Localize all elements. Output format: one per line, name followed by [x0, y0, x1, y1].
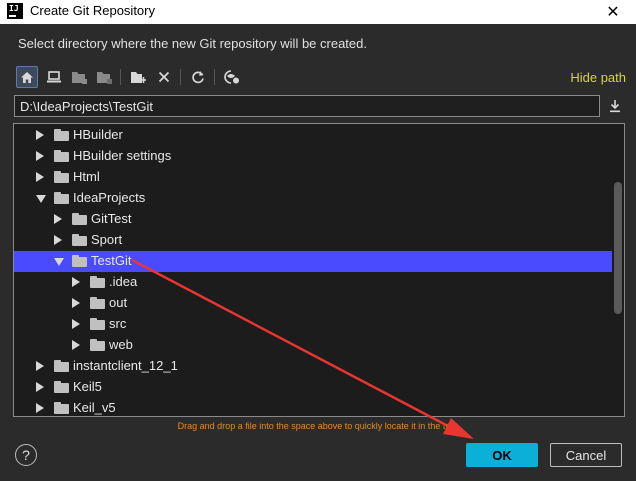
path-input[interactable]	[14, 95, 600, 117]
show-hidden-icon[interactable]	[221, 66, 243, 88]
folder-icon	[90, 318, 105, 330]
folder-icon	[72, 234, 87, 246]
folder-icon	[54, 150, 69, 162]
tree-row[interactable]: GitTest	[14, 209, 612, 230]
tree-row-label: Html	[73, 169, 100, 184]
folder-icon	[90, 276, 105, 288]
tree-scrollbar[interactable]	[614, 124, 622, 416]
expand-arrow-down-icon[interactable]	[54, 258, 64, 266]
tree-row-label: Keil_v5	[73, 400, 116, 415]
project-folder-icon[interactable]	[68, 66, 90, 88]
toolbar-separator	[180, 69, 181, 85]
tree-row-label: out	[109, 295, 128, 310]
folder-icon	[54, 381, 69, 393]
folder-icon	[90, 339, 105, 351]
expand-arrow-right-icon[interactable]	[54, 214, 62, 224]
tree-row[interactable]: instantclient_12_1	[14, 356, 612, 377]
tree-row[interactable]: Keil5	[14, 377, 612, 398]
tree-row-label: Sport	[91, 232, 123, 247]
tree-row[interactable]: TestGit	[14, 251, 612, 272]
ok-button[interactable]: OK	[466, 443, 538, 467]
folder-icon	[54, 129, 69, 141]
toolbar-separator	[120, 69, 121, 85]
tree-row-label: web	[109, 337, 133, 352]
title-bar: IJ Create Git Repository ✕	[0, 0, 636, 24]
tree-row-label: TestGit	[91, 253, 132, 268]
tree-row-label: .idea	[109, 274, 138, 289]
expand-arrow-right-icon[interactable]	[36, 130, 44, 140]
home-icon[interactable]	[16, 66, 38, 88]
folder-icon	[54, 171, 69, 183]
directory-tree[interactable]: Keil_v5 Keil5 instantclient_12_1 web src out.…	[13, 123, 625, 417]
path-row	[14, 95, 626, 119]
folder-icon	[54, 360, 69, 372]
expand-arrow-right-icon[interactable]	[36, 361, 44, 371]
tree-row[interactable]: src	[14, 314, 612, 335]
tree-row[interactable]: HBuilder	[14, 125, 612, 146]
drag-drop-hint: Drag and drop a file into the space abov…	[177, 421, 459, 431]
tree-row[interactable]: out	[14, 293, 612, 314]
cancel-button[interactable]: Cancel	[550, 443, 622, 467]
expand-arrow-down-icon[interactable]	[36, 195, 46, 203]
instruction-text: Select directory where the new Git repos…	[18, 36, 367, 51]
window-title: Create Git Repository	[30, 3, 155, 18]
tree-row[interactable]: HBuilder settings	[14, 146, 612, 167]
tree-row[interactable]: Html	[14, 167, 612, 188]
expand-arrow-right-icon[interactable]	[36, 382, 44, 392]
expand-arrow-right-icon[interactable]	[72, 298, 80, 308]
expand-arrow-right-icon[interactable]	[36, 172, 44, 182]
folder-icon	[54, 192, 69, 204]
download-icon[interactable]	[604, 95, 626, 117]
folder-icon	[72, 255, 87, 267]
module-folder-icon[interactable]	[93, 66, 115, 88]
folder-icon	[54, 402, 69, 414]
tree-row[interactable]: web	[14, 335, 612, 356]
expand-arrow-right-icon[interactable]	[72, 340, 80, 350]
expand-arrow-right-icon[interactable]	[72, 319, 80, 329]
expand-arrow-right-icon[interactable]	[36, 151, 44, 161]
desktop-icon[interactable]	[43, 66, 65, 88]
folder-icon	[72, 213, 87, 225]
expand-arrow-right-icon[interactable]	[72, 277, 80, 287]
expand-arrow-right-icon[interactable]	[36, 403, 44, 413]
new-folder-icon[interactable]	[127, 66, 149, 88]
intellij-logo-icon: IJ	[7, 3, 23, 19]
tree-row[interactable]: .idea	[14, 272, 612, 293]
tree-row-label: instantclient_12_1	[73, 358, 178, 373]
refresh-icon[interactable]	[187, 66, 209, 88]
tree-row[interactable]: Sport	[14, 230, 612, 251]
tree-row[interactable]: Keil_v5	[14, 398, 612, 416]
folder-icon	[90, 297, 105, 309]
delete-icon[interactable]	[153, 66, 175, 88]
hide-path-link[interactable]: Hide path	[570, 70, 626, 85]
scrollbar-thumb[interactable]	[614, 182, 622, 314]
file-chooser-toolbar	[16, 66, 256, 90]
tree-row-label: IdeaProjects	[73, 190, 146, 205]
tree-row-label: Keil5	[73, 379, 102, 394]
tree-row-label: HBuilder settings	[73, 148, 172, 163]
tree-row[interactable]: IdeaProjects	[14, 188, 612, 209]
help-button[interactable]: ?	[15, 444, 37, 466]
expand-arrow-right-icon[interactable]	[54, 235, 62, 245]
tree-row-label: src	[109, 316, 127, 331]
tree-row-label: HBuilder	[73, 127, 123, 142]
close-icon[interactable]: ✕	[598, 0, 628, 24]
toolbar-separator	[214, 69, 215, 85]
tree-row-label: GitTest	[91, 211, 132, 226]
